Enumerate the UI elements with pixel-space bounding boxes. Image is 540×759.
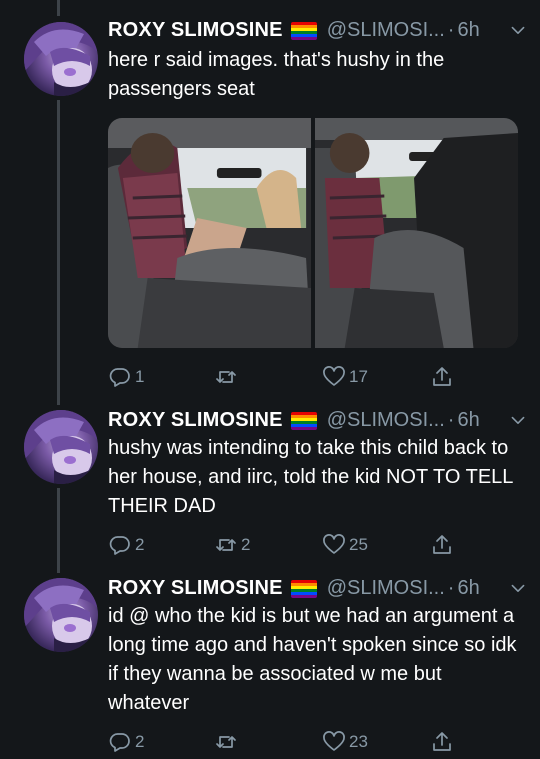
tweet-header: ROXY SLIMOSINE @SLIMOSI... · 6h: [108, 574, 528, 602]
like-button[interactable]: 25: [322, 532, 368, 558]
separator-dot: ·: [447, 18, 455, 41]
retweet-button[interactable]: 2: [214, 532, 250, 558]
rainbow-flag-icon: [290, 412, 317, 430]
tweet-header: ROXY SLIMOSINE @SLIMOSI... · 6h: [108, 406, 528, 434]
chevron-down-icon[interactable]: [508, 578, 528, 598]
like-count: 23: [349, 732, 368, 751]
timestamp[interactable]: 6h: [457, 577, 479, 600]
rainbow-flag-icon: [290, 580, 317, 598]
user-handle[interactable]: @SLIMOSI...: [327, 409, 445, 432]
avatar[interactable]: [24, 410, 98, 484]
retweet-icon: [216, 539, 236, 551]
tweet-text: hushy was intending to take this child b…: [108, 437, 513, 517]
display-name[interactable]: ROXY SLIMOSINE: [108, 409, 283, 432]
share-icon: [433, 732, 451, 751]
timestamp[interactable]: 6h: [457, 409, 479, 432]
chevron-down-icon[interactable]: [508, 410, 528, 430]
display-name[interactable]: ROXY SLIMOSINE: [108, 19, 283, 42]
tweet-actions: 1 17: [108, 364, 458, 390]
avatar[interactable]: [24, 22, 98, 96]
avatar-image: [24, 22, 98, 96]
reply-count: 2: [135, 732, 145, 751]
thread-line-top: [57, 0, 60, 16]
reply-count: 1: [135, 367, 145, 386]
heart-icon: [323, 366, 345, 386]
retweet-icon: [216, 736, 236, 748]
media-image-1[interactable]: [108, 118, 311, 348]
tweet-actions: 2 23: [108, 729, 458, 755]
like-button[interactable]: 23: [322, 729, 368, 755]
avatar-image: [24, 578, 98, 652]
retweet-icon: [216, 371, 236, 383]
reply-icon: [109, 733, 130, 752]
share-button[interactable]: [430, 532, 454, 558]
tweet[interactable]: ROXY SLIMOSINE @SLIMOSI... · 6h id @ who…: [0, 574, 540, 759]
tweet[interactable]: ROXY SLIMOSINE @SLIMOSI... · 6h hushy wa…: [0, 406, 540, 566]
display-name[interactable]: ROXY SLIMOSINE: [108, 577, 283, 600]
reply-button[interactable]: 2: [108, 532, 144, 558]
user-handle[interactable]: @SLIMOSI...: [327, 577, 445, 600]
like-count: 17: [349, 367, 368, 386]
media-image-2[interactable]: [315, 118, 518, 348]
rainbow-flag-icon: [290, 22, 317, 40]
reply-button[interactable]: 2: [108, 729, 144, 755]
share-icon: [433, 367, 451, 386]
heart-icon: [323, 534, 345, 554]
user-handle[interactable]: @SLIMOSI...: [327, 19, 445, 42]
tweet[interactable]: ROXY SLIMOSINE @SLIMOSI... · 6h here r s…: [0, 16, 540, 396]
share-icon: [433, 535, 451, 554]
retweet-button[interactable]: [214, 729, 241, 755]
timestamp[interactable]: 6h: [457, 19, 479, 42]
separator-dot: ·: [447, 408, 455, 431]
tweet-header: ROXY SLIMOSINE @SLIMOSI... · 6h: [108, 16, 528, 44]
retweet-count: 2: [241, 535, 251, 554]
tweet-text: id @ who the kid is but we had an argume…: [108, 605, 517, 714]
chevron-down-icon[interactable]: [508, 20, 528, 40]
reply-count: 2: [135, 535, 145, 554]
reply-button[interactable]: 1: [108, 364, 144, 390]
reply-icon: [109, 368, 130, 387]
heart-icon: [323, 731, 345, 751]
like-count: 25: [349, 535, 368, 554]
separator-dot: ·: [447, 576, 455, 599]
tweet-media[interactable]: [108, 118, 518, 348]
tweet-text: here r said images. that's hushy in the …: [108, 49, 445, 100]
avatar[interactable]: [24, 578, 98, 652]
avatar-image: [24, 410, 98, 484]
share-button[interactable]: [430, 729, 454, 755]
share-button[interactable]: [430, 364, 454, 390]
retweet-button[interactable]: [214, 364, 241, 390]
like-button[interactable]: 17: [322, 364, 368, 390]
reply-icon: [109, 536, 130, 555]
tweet-actions: 2 2 25: [108, 532, 458, 558]
